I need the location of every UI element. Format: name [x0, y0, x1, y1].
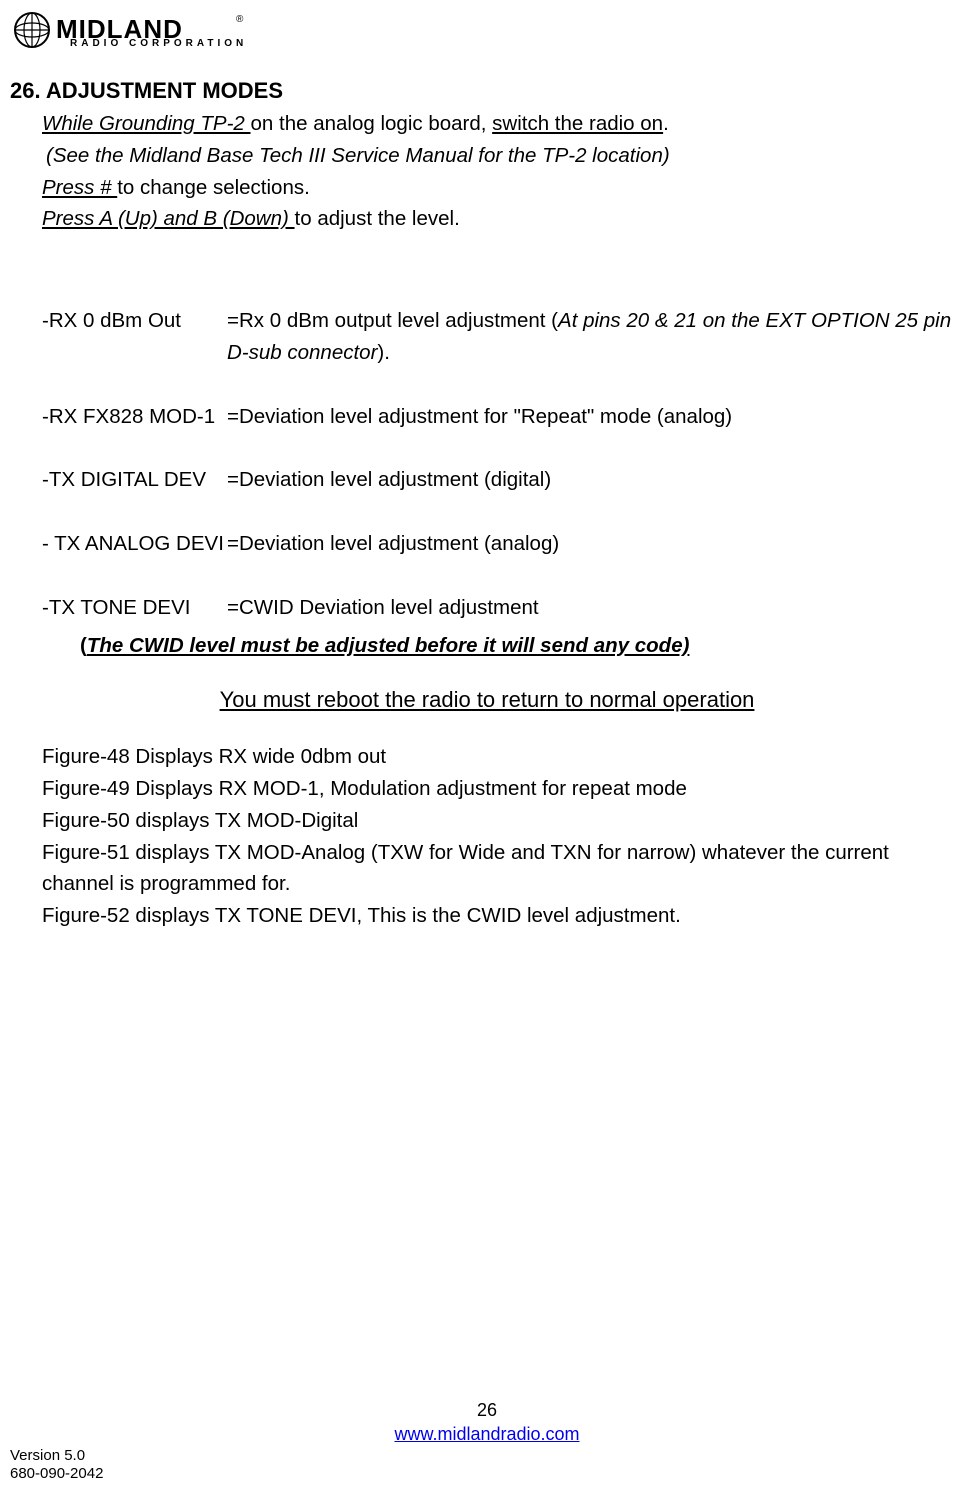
mode-row-1: -RX FX828 MOD-1 =Deviation level adjustm…: [42, 401, 964, 433]
mode-label-4: -TX TONE DEVI: [42, 592, 227, 624]
figure-line-2: Figure-50 displays TX MOD-Digital: [42, 805, 964, 837]
mode-row-0: -RX 0 dBm Out =Rx 0 dBm output level adj…: [42, 305, 964, 369]
cwid-note: (The CWID level must be adjusted before …: [80, 630, 964, 662]
mode-desc-2: =Deviation level adjustment (digital): [227, 464, 964, 496]
intro-line-2: (See the Midland Base Tech III Service M…: [46, 140, 964, 172]
mode-desc-1: =Deviation level adjustment for "Repeat"…: [227, 401, 964, 433]
intro-1-u2: switch the radio on: [492, 112, 663, 135]
footer-left: Version 5.0 680-090-2042: [10, 1447, 103, 1485]
cwid-note-open: (: [80, 634, 87, 657]
mode-desc-3: =Deviation level adjustment (analog): [227, 528, 964, 560]
footer-center: 26 www.midlandradio.com: [0, 1399, 974, 1446]
mode-desc-4-pre: =CWID Deviation level adjustment: [227, 596, 539, 619]
mode-desc-0-post: ).: [377, 341, 390, 364]
mode-desc-3-pre: =Deviation level adjustment (analog): [227, 532, 559, 555]
cwid-note-text: The CWID level must be adjusted before i…: [87, 634, 690, 657]
version-text: Version 5.0: [10, 1447, 103, 1466]
mode-row-4: -TX TONE DEVI =CWID Deviation level adju…: [42, 592, 964, 624]
mode-label-1: -RX FX828 MOD-1: [42, 401, 227, 433]
intro-3-rest: to change selections.: [117, 176, 310, 199]
figure-line-0: Figure-48 Displays RX wide 0dbm out: [42, 741, 964, 773]
figures-block: Figure-48 Displays RX wide 0dbm out Figu…: [42, 741, 964, 932]
figure-line-1: Figure-49 Displays RX MOD-1, Modulation …: [42, 773, 964, 805]
mode-label-2: -TX DIGITAL DEV: [42, 464, 227, 496]
intro-1-u1: While Grounding TP-2: [42, 112, 251, 135]
intro-line-3: Press # to change selections.: [42, 172, 964, 204]
intro-1-mid: on the analog logic board,: [251, 112, 493, 135]
main-content: 26. ADJUSTMENT MODES While Grounding TP-…: [10, 78, 964, 932]
section-heading: 26. ADJUSTMENT MODES: [10, 78, 964, 104]
figure-line-4: Figure-52 displays TX TONE DEVI, This is…: [42, 900, 964, 932]
midland-logo: MIDLAND ®: [10, 12, 250, 56]
mode-label-0: -RX 0 dBm Out: [42, 305, 227, 369]
mode-row-3: - TX ANALOG DEVI =Deviation level adjust…: [42, 528, 964, 560]
intro-4-rest: to adjust the level.: [295, 207, 460, 230]
intro-2-text: See the Midland Base Tech III Service Ma…: [53, 144, 670, 167]
page-number: 26: [0, 1399, 974, 1422]
mode-desc-2-pre: =Deviation level adjustment (digital): [227, 468, 551, 491]
reboot-text: You must reboot the radio to return to n…: [220, 687, 755, 712]
intro-line-1: While Grounding TP-2 on the analog logic…: [42, 108, 964, 140]
intro-3-u: Press #: [42, 176, 117, 199]
document-page: MIDLAND ® RADIO CORPORATION 26. ADJUSTME…: [0, 0, 974, 1492]
intro-block: While Grounding TP-2 on the analog logic…: [42, 108, 964, 235]
brand-subtitle: RADIO CORPORATION: [70, 38, 247, 49]
intro-1-end: .: [663, 112, 669, 135]
mode-desc-0-pre: =Rx 0 dBm output level adjustment (: [227, 309, 558, 332]
mode-row-2: -TX DIGITAL DEV =Deviation level adjustm…: [42, 464, 964, 496]
svg-text:®: ®: [236, 14, 244, 25]
figure-line-3: Figure-51 displays TX MOD-Analog (TXW fo…: [42, 837, 964, 901]
footer-url[interactable]: www.midlandradio.com: [394, 1424, 579, 1444]
mode-desc-4: =CWID Deviation level adjustment: [227, 592, 964, 624]
mode-desc-1-pre: =Deviation level adjustment for "Repeat"…: [227, 405, 732, 428]
docnum-text: 680-090-2042: [10, 1465, 103, 1484]
globe-icon: MIDLAND ®: [10, 12, 250, 56]
intro-line-4: Press A (Up) and B (Down) to adjust the …: [42, 203, 964, 235]
mode-label-3: - TX ANALOG DEVI: [42, 528, 227, 560]
mode-desc-0: =Rx 0 dBm output level adjustment (At pi…: [227, 305, 964, 369]
intro-2-open: (: [46, 144, 53, 167]
modes-list: -RX 0 dBm Out =Rx 0 dBm output level adj…: [42, 305, 964, 624]
intro-4-u: Press A (Up) and B (Down): [42, 207, 295, 230]
reboot-notice: You must reboot the radio to return to n…: [10, 687, 964, 713]
